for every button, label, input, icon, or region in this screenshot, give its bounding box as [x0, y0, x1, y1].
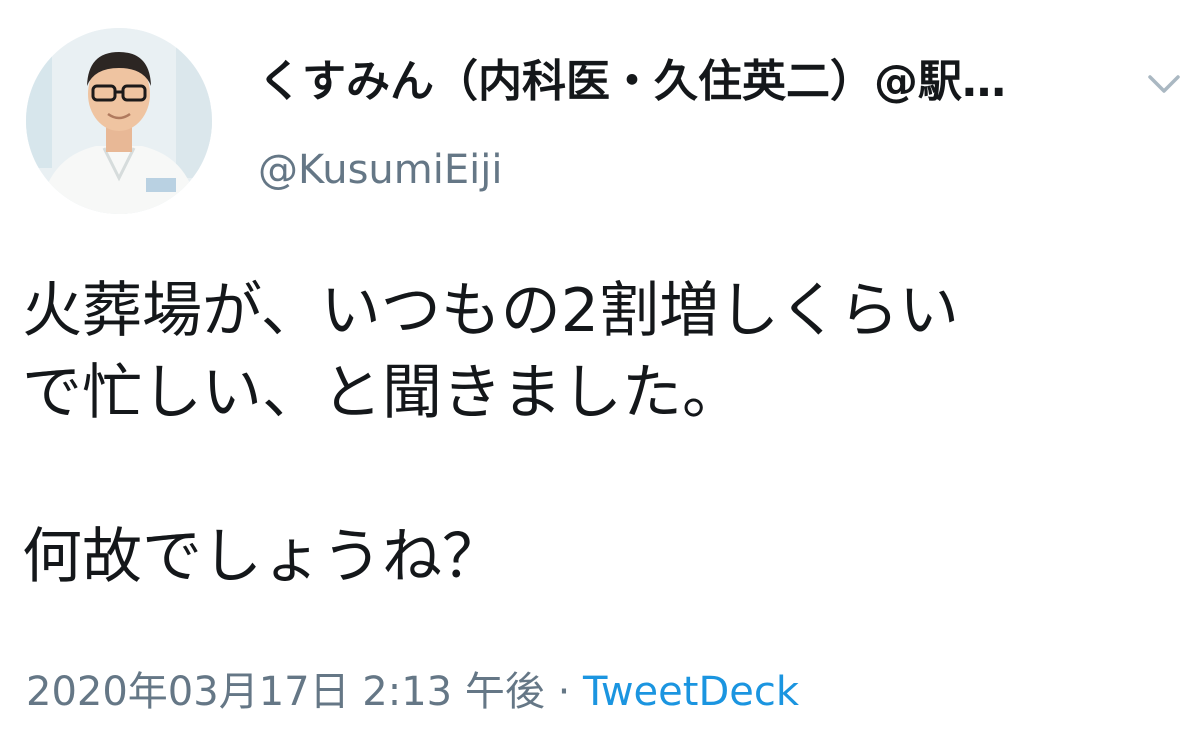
- avatar-image: [26, 28, 212, 214]
- source-link[interactable]: TweetDeck: [583, 669, 799, 715]
- tweet-meta: 2020年03月17日 2:13 午後 · TweetDeck: [26, 664, 799, 720]
- author-handle[interactable]: @KusumiEiji: [258, 142, 502, 198]
- tweet-paragraph-break: [22, 434, 1182, 516]
- timestamp[interactable]: 2020年03月17日 2:13 午後: [26, 669, 545, 715]
- tweet-line: で忙しい、と聞きました。: [22, 358, 742, 428]
- tweet-card: くすみん（内科医・久住英二）@駅… @KusumiEiji 火葬場が、いつもの2…: [0, 0, 1200, 742]
- tweet-line: 何故でしょうね？: [22, 522, 502, 592]
- tweet-line: 火葬場が、いつもの2割増しくらい: [22, 276, 959, 346]
- meta-separator: ·: [544, 669, 584, 715]
- chevron-down-icon[interactable]: [1140, 60, 1188, 108]
- tweet-text: 火葬場が、いつもの2割増しくらい で忙しい、と聞きました。 何故でしょうね？: [22, 270, 1182, 598]
- avatar[interactable]: [26, 28, 212, 214]
- author-display-name[interactable]: くすみん（内科医・久住英二）@駅…: [258, 52, 1098, 112]
